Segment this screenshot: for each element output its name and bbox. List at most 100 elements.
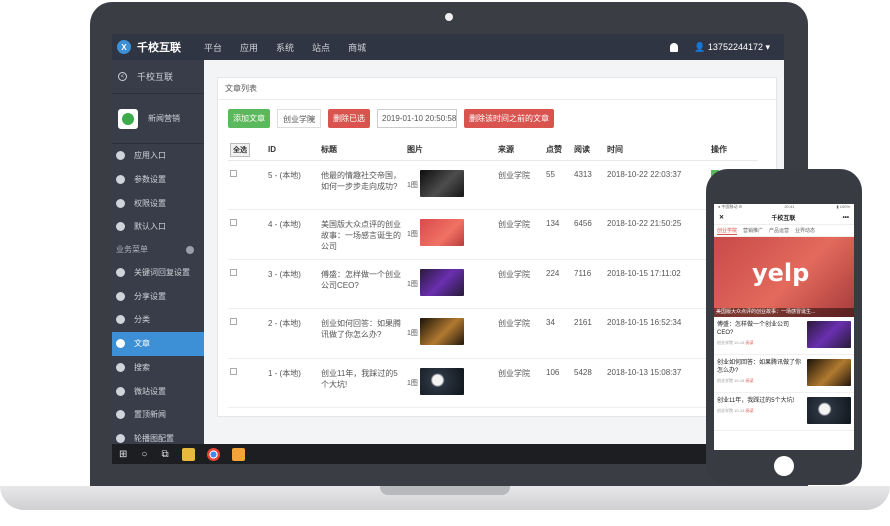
laptop-notch [380, 486, 510, 495]
windows-start-icon[interactable]: ⊞ [119, 449, 127, 460]
header-id: ID [266, 140, 319, 161]
gear-icon [116, 386, 125, 396]
list-item[interactable]: 傅盛：怎样做一个创业公司CEO? 创业学院 10-15 阅读 [714, 317, 854, 355]
list-item[interactable]: 创业如何回答：如果腾讯做了你怎么办? 创业学院 10-15 阅读 [714, 355, 854, 393]
sidebar-item-permissions[interactable]: 权限设置 [112, 191, 204, 215]
app-logo-icon [118, 108, 138, 129]
tab-operations[interactable]: 产品运营 [769, 227, 789, 234]
gear-icon [116, 198, 125, 208]
row-checkbox[interactable] [230, 169, 237, 177]
toolbar: 添加文章 创业学院 删除已选 删除该时间之前的文章 [228, 109, 561, 128]
sidebar-app-name: 新闻营销 [148, 114, 180, 123]
row-checkbox-cell [228, 209, 266, 260]
row-checkbox[interactable] [230, 268, 237, 276]
tab-marketing[interactable]: 营销推广 [743, 227, 763, 234]
cell-title[interactable]: 美国版大众点评的创业故事：一场感言诞生的公司 [319, 209, 405, 260]
file-explorer-icon[interactable] [181, 447, 195, 461]
gear-icon [116, 315, 125, 325]
category-select[interactable]: 创业学院 [277, 109, 321, 128]
sidebar-item-search[interactable]: 搜索 [112, 356, 204, 380]
sidebar-item-label: 参数设置 [134, 175, 166, 185]
cell-image: 1图 [405, 308, 496, 359]
sidebar-app[interactable]: 新闻营销 [112, 94, 204, 144]
phone-frame: ● 中国移动 ☰ 20:41 ▮ 100% ✕ 千校互联 ••• 创业学院 营销… [706, 169, 862, 485]
laptop-screen: X 千校互联 平台 应用 系统 站点 商城 👤 13752244172 ▾ < … [112, 34, 784, 464]
table-row: 3 - (本地) 傅盛：怎样做一个创业公司CEO? 1图 创业学院 224 71… [228, 259, 758, 309]
cell-source: 创业学院 [496, 259, 544, 309]
row-checkbox[interactable] [230, 367, 237, 375]
nav-link-platform[interactable]: 平台 [204, 41, 222, 54]
row-checkbox-cell [228, 259, 266, 309]
sidebar-section-business[interactable]: 业务菜单 [112, 239, 204, 261]
cell-source: 创业学院 [496, 308, 544, 359]
header-select: 全选 [228, 140, 266, 161]
list-item[interactable]: 创业11年，我踩过的5个大坑! 创业学院 10-13 阅读 [714, 393, 854, 431]
delete-before-date-button[interactable]: 删除该时间之前的文章 [464, 109, 554, 128]
sidebar-item-articles[interactable]: 文章 [112, 331, 204, 356]
bell-icon[interactable] [670, 42, 679, 52]
gear-icon [116, 151, 125, 161]
sidebar-item-params[interactable]: 参数设置 [112, 168, 204, 192]
carrier-label: ● 中国移动 ☰ [718, 204, 743, 209]
cell-time: 2018-10-22 22:03:37 [605, 160, 709, 210]
sidebar-item-app-entry[interactable]: 应用入口 [112, 144, 204, 168]
sidebar-item-label: 置顶新闻 [134, 410, 166, 420]
sidebar-back[interactable]: < 千校互联 [112, 60, 204, 94]
more-icon[interactable]: ••• [843, 215, 849, 221]
nav-link-mall[interactable]: 商城 [348, 41, 366, 54]
list-item-thumbnail [807, 359, 851, 386]
sidebar-item-label: 分类 [134, 315, 150, 325]
image-count: 1图 [407, 330, 418, 337]
cell-title[interactable]: 傅盛：怎样做一个创业公司CEO? [319, 259, 405, 309]
cell-id: 5 - (本地) [266, 160, 319, 210]
select-all-button[interactable]: 全选 [230, 142, 250, 157]
search-icon[interactable]: ○ [141, 449, 147, 460]
list-item-source: 创业学院 [717, 378, 733, 383]
cell-reads: 2161 [572, 308, 605, 359]
delete-selected-button[interactable]: 删除已选 [328, 109, 370, 128]
header-source: 来源 [496, 140, 544, 161]
nav-links: 平台 应用 系统 站点 商城 [204, 41, 384, 54]
gear-icon [116, 410, 125, 420]
phone-screen: ● 中国移动 ☰ 20:41 ▮ 100% ✕ 千校互联 ••• 创业学院 营销… [714, 204, 854, 450]
list-item-source: 创业学院 [717, 408, 733, 413]
close-icon[interactable]: ✕ [719, 214, 724, 221]
row-checkbox[interactable] [230, 219, 237, 226]
nav-link-system[interactable]: 系统 [276, 41, 294, 54]
sidebar-item-microsite[interactable]: 微站设置 [112, 379, 204, 403]
row-checkbox[interactable] [230, 318, 237, 325]
add-article-button[interactable]: 添加文章 [228, 109, 270, 128]
cell-id: 4 - (本地) [266, 209, 319, 260]
user-menu[interactable]: 👤 13752244172 ▾ [694, 42, 770, 53]
task-view-icon[interactable]: ⧉ [161, 449, 168, 460]
battery-label: ▮ 100% [836, 204, 850, 209]
date-input[interactable] [377, 109, 457, 128]
sidebar-item-category[interactable]: 分类 [112, 308, 204, 332]
back-arrow-icon: < [118, 72, 127, 81]
article-list-panel: 文章列表 添加文章 创业学院 删除已选 删除该时间之前的文章 全选 ID 标题 … [217, 77, 777, 417]
cell-title[interactable]: 创业如何回答：如果腾讯做了你怎么办? [319, 308, 405, 359]
sidebar-item-pinned-news[interactable]: 置顶新闻 [112, 403, 204, 427]
sidebar-section-label: 业务菜单 [116, 245, 148, 255]
user-phone: 13752244172 ▾ [707, 41, 770, 52]
sidebar-item-default-entry[interactable]: 默认入口 [112, 215, 204, 239]
sidebar-item-share[interactable]: 分享设置 [112, 284, 204, 308]
cell-title[interactable]: 他最的情趣社交帝国，如何一步步走向成功? [319, 160, 405, 210]
chrome-icon[interactable] [206, 447, 220, 461]
cell-id: 2 - (本地) [266, 308, 319, 359]
phone-banner[interactable]: yelp 美国版大众点评的创业故事：一场感冒诞生... [714, 237, 854, 317]
sidebar-item-keyword-reply[interactable]: 关键词回复设置 [112, 261, 204, 285]
list-item-text: 傅盛：怎样做一个创业公司CEO? 创业学院 10-15 阅读 [717, 321, 805, 350]
app-icon[interactable] [231, 447, 245, 461]
nav-link-site[interactable]: 站点 [312, 41, 330, 54]
tab-industry-news[interactable]: 业界动态 [795, 227, 815, 234]
tab-startup-academy[interactable]: 创业学院 [717, 227, 738, 235]
phone-home-button[interactable] [774, 456, 794, 476]
collapse-icon[interactable] [186, 245, 194, 254]
cell-source: 创业学院 [496, 160, 544, 210]
nav-link-apps[interactable]: 应用 [240, 41, 258, 54]
cell-title[interactable]: 创业11年，我踩过的5个大坑! [319, 358, 405, 408]
brand[interactable]: X 千校互联 [112, 39, 204, 55]
header-title: 标题 [319, 140, 405, 161]
table-row: 1 - (本地) 创业11年，我踩过的5个大坑! 1图 创业学院 106 542… [228, 358, 758, 408]
